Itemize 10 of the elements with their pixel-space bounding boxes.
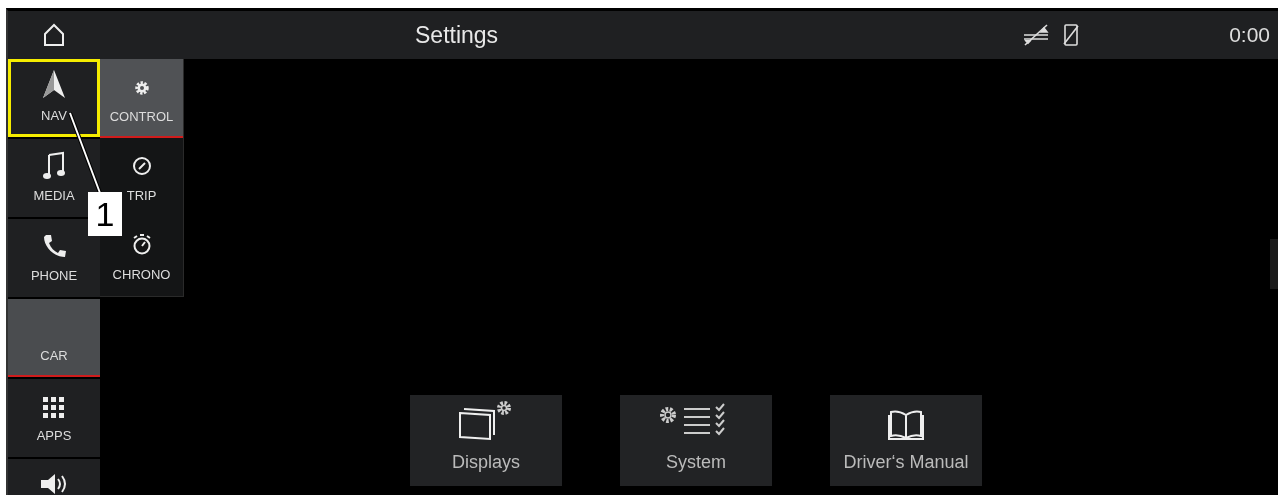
screen-title: Settings <box>415 20 499 50</box>
sidebar-item[interactable]: APPS <box>8 379 100 457</box>
sidebar-item[interactable]: CAR <box>8 299 100 377</box>
settings-tile[interactable]: System <box>620 395 772 486</box>
clock-time: 0:00 <box>1229 22 1270 49</box>
sidebar-item[interactable]: NAV <box>8 59 100 137</box>
settings-tile[interactable]: Driver‘s Manual <box>830 395 982 486</box>
settings-tile[interactable]: Displays <box>410 395 562 486</box>
callout-number: 1 <box>88 192 122 236</box>
submenu-tab[interactable]: CONTROL <box>100 59 183 138</box>
